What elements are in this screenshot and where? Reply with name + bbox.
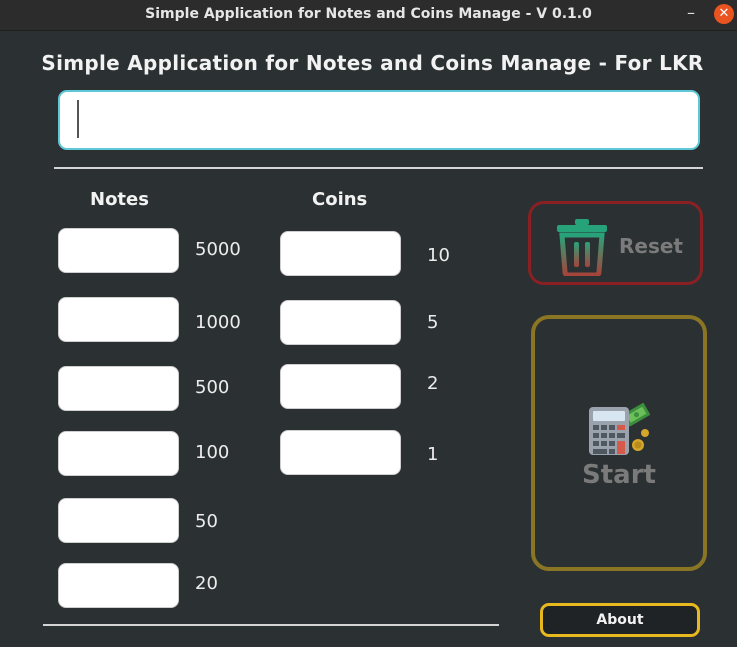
page-title: Simple Application for Notes and Coins M… bbox=[41, 51, 704, 75]
coin-1-input[interactable] bbox=[280, 430, 401, 475]
note-20-label: 20 bbox=[195, 573, 218, 594]
top-divider bbox=[54, 167, 703, 169]
about-button[interactable]: About bbox=[540, 603, 700, 637]
note-5000-label: 5000 bbox=[195, 239, 241, 260]
trash-icon bbox=[557, 219, 607, 276]
window-title: Simple Application for Notes and Coins M… bbox=[145, 6, 592, 22]
notes-heading: Notes bbox=[90, 189, 149, 210]
start-button[interactable]: Start bbox=[531, 315, 707, 571]
app-body: Simple Application for Notes and Coins M… bbox=[0, 31, 737, 647]
note-50-input[interactable] bbox=[58, 498, 179, 543]
main-input[interactable] bbox=[58, 90, 700, 150]
coin-10-label: 10 bbox=[427, 245, 450, 266]
note-100-label: 100 bbox=[195, 442, 230, 463]
note-100-input[interactable] bbox=[58, 431, 179, 476]
window-titlebar: Simple Application for Notes and Coins M… bbox=[0, 0, 737, 31]
calculator-money-icon bbox=[589, 402, 651, 455]
minimize-button[interactable]: – bbox=[684, 4, 698, 22]
close-button[interactable]: ✕ bbox=[714, 4, 734, 24]
note-500-input[interactable] bbox=[58, 366, 179, 411]
note-1000-input[interactable] bbox=[58, 297, 179, 342]
coin-1-label: 1 bbox=[427, 444, 439, 465]
coin-5-input[interactable] bbox=[280, 300, 401, 345]
coin-5-label: 5 bbox=[427, 312, 439, 333]
note-50-label: 50 bbox=[195, 511, 218, 532]
reset-button[interactable]: Reset bbox=[528, 201, 703, 285]
start-label: Start bbox=[582, 460, 656, 490]
coin-2-label: 2 bbox=[427, 373, 439, 394]
text-cursor bbox=[77, 100, 79, 138]
note-20-input[interactable] bbox=[58, 563, 179, 608]
reset-label: Reset bbox=[619, 234, 683, 258]
coins-heading: Coins bbox=[312, 189, 368, 210]
coin-2-input[interactable] bbox=[280, 364, 401, 409]
bottom-divider bbox=[43, 624, 499, 626]
note-5000-input[interactable] bbox=[58, 228, 179, 273]
coin-10-input[interactable] bbox=[280, 231, 401, 276]
note-500-label: 500 bbox=[195, 377, 230, 398]
note-1000-label: 1000 bbox=[195, 312, 241, 333]
